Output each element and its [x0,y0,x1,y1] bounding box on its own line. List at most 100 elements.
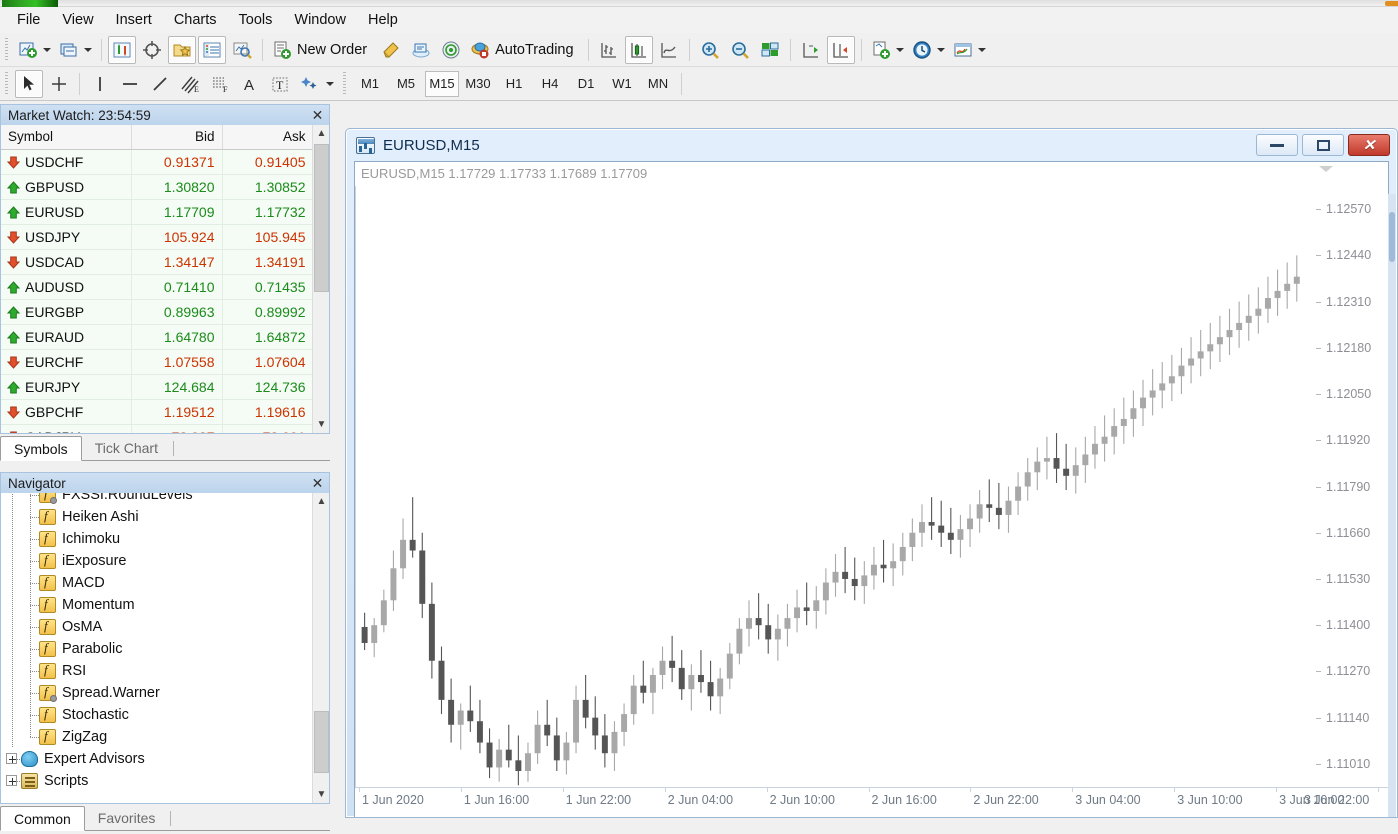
close-button[interactable]: ✕ [1348,134,1390,156]
column-header-symbol[interactable]: Symbol [1,125,131,149]
minimize-button[interactable] [1256,134,1298,156]
tab-common[interactable]: Common [0,806,85,831]
new-chart-button[interactable] [15,36,54,64]
vertical-line-tool[interactable] [86,70,114,98]
scroll-down-icon[interactable]: ▼ [313,416,330,433]
table-row[interactable]: AUDUSD0.714100.71435 [1,274,313,299]
nav-item-zigzag[interactable]: ZigZag [1,726,312,748]
timeframe-button-h4[interactable]: H4 [533,71,567,97]
text-label-tool[interactable]: T [266,70,294,98]
nav-item-stochastic[interactable]: Stochastic [1,704,312,726]
timeframe-button-m5[interactable]: M5 [389,71,423,97]
chevron-down-icon[interactable] [1319,166,1333,172]
toolbar-grip[interactable] [341,72,349,96]
price-axis[interactable]: 1.125701.124401.123101.121801.120501.119… [1316,186,1388,787]
table-row[interactable]: CADJPY78.92778.991 [1,424,313,434]
table-row[interactable]: USDCAD1.341471.34191 [1,249,313,274]
indicators-button[interactable] [868,36,907,64]
profiles-button[interactable] [56,36,95,64]
data-window-button[interactable] [138,36,166,64]
market-watch-button[interactable] [108,36,136,64]
table-row[interactable]: EURJPY124.684124.736 [1,374,313,399]
market-watch-scrollbar[interactable]: ▲ ▼ [312,125,329,433]
shapes-tool[interactable] [296,70,337,98]
tab-tick-chart[interactable]: Tick Chart [82,436,171,460]
chart-client-area[interactable]: EURUSD,M15 1.17729 1.17733 1.17689 1.177… [354,161,1389,817]
menu-item-insert[interactable]: Insert [105,8,163,32]
tab-symbols[interactable]: Symbols [0,436,82,461]
scrollbar-thumb[interactable] [314,711,329,773]
table-row[interactable]: EURUSD1.177091.17732 [1,199,313,224]
auto-scroll-button[interactable] [797,36,825,64]
nav-item-fxssi-roundlevels[interactable]: FXSSI.RoundLevels [1,493,312,506]
equidistant-channel-tool[interactable]: E [176,70,204,98]
bar-chart-button[interactable] [595,36,623,64]
mql5-community-button[interactable] [407,36,435,64]
column-header-ask[interactable]: Ask [222,125,313,149]
nav-item-ichimoku[interactable]: Ichimoku [1,528,312,550]
zoom-in-button[interactable] [696,36,724,64]
scroll-down-icon[interactable]: ▼ [313,786,330,803]
menu-item-tools[interactable]: Tools [228,8,284,32]
window-buttons-sliver[interactable] [1385,1,1398,6]
table-row[interactable]: EURAUD1.647801.64872 [1,324,313,349]
table-row[interactable]: USDJPY105.924105.945 [1,224,313,249]
nav-item-spread-warner[interactable]: Spread.Warner [1,682,312,704]
navigator-button[interactable] [168,36,196,64]
cursor-tool[interactable] [15,70,43,98]
nav-item-heiken-ashi[interactable]: Heiken Ashi [1,506,312,528]
nav-item-rsi[interactable]: RSI [1,660,312,682]
timeframe-button-d1[interactable]: D1 [569,71,603,97]
menu-item-charts[interactable]: Charts [163,8,228,32]
menu-item-window[interactable]: Window [283,8,357,32]
chart-vertical-scrollbar[interactable] [1388,194,1396,817]
table-row[interactable]: EURGBP0.899630.89992 [1,299,313,324]
table-row[interactable]: GBPCHF1.195121.19616 [1,399,313,424]
column-header-bid[interactable]: Bid [131,125,222,149]
candlestick-series[interactable] [355,186,1316,787]
timeframe-button-mn[interactable]: MN [641,71,675,97]
terminal-button[interactable] [198,36,226,64]
chevron-down-icon[interactable] [937,48,945,52]
metaeditor-button[interactable] [377,36,405,64]
autotrading-button[interactable]: AutoTrading [467,36,581,64]
expand-icon[interactable] [6,753,17,764]
nav-item-expert-advisors[interactable]: Expert Advisors [1,748,312,770]
nav-item-scripts[interactable]: Scripts [1,770,312,792]
nav-item-macd[interactable]: MACD [1,572,312,594]
scroll-up-icon[interactable]: ▲ [313,493,330,510]
scroll-up-icon[interactable]: ▲ [313,125,330,142]
fibonacci-tool[interactable]: F [206,70,234,98]
scrollbar-thumb[interactable] [314,144,329,292]
timeframe-button-m30[interactable]: M30 [461,71,495,97]
nav-item-momentum[interactable]: Momentum [1,594,312,616]
chevron-down-icon[interactable] [896,48,904,52]
chevron-down-icon[interactable] [43,48,51,52]
chevron-down-icon[interactable] [978,48,986,52]
trendline-tool[interactable] [146,70,174,98]
nav-item-parabolic[interactable]: Parabolic [1,638,312,660]
restore-button[interactable] [1302,134,1344,156]
tile-windows-button[interactable] [756,36,784,64]
text-tool[interactable]: A [236,70,264,98]
close-icon[interactable]: ✕ [310,108,325,123]
strategy-tester-button[interactable] [228,36,256,64]
line-chart-button[interactable] [655,36,683,64]
table-row[interactable]: GBPUSD1.308201.30852 [1,174,313,199]
candlestick-chart-button[interactable] [625,36,653,64]
new-order-button[interactable]: New Order [269,36,375,64]
time-axis[interactable]: 1 Jun 20201 Jun 16:001 Jun 22:002 Jun 04… [355,787,1388,817]
timeframes-button[interactable] [909,36,948,64]
menu-item-help[interactable]: Help [357,8,409,32]
templates-button[interactable] [950,36,989,64]
scrollbar-thumb[interactable] [1389,212,1395,262]
zoom-out-button[interactable] [726,36,754,64]
nav-item-osma[interactable]: OsMA [1,616,312,638]
menu-item-view[interactable]: View [51,8,104,32]
expand-icon[interactable] [6,775,17,786]
horizontal-line-tool[interactable] [116,70,144,98]
table-row[interactable]: USDCHF0.913710.91405 [1,149,313,174]
chart-shift-button[interactable] [827,36,855,64]
toolbar-grip[interactable] [3,72,11,96]
menu-item-file[interactable]: File [6,8,51,32]
